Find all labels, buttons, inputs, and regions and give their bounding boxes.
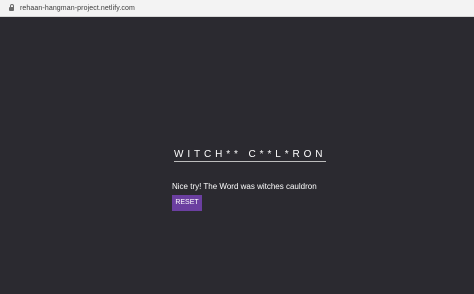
lock-icon — [9, 3, 14, 11]
address-bar[interactable]: rehaan-hangman-project.netlify.com — [0, 0, 474, 17]
result-message: Nice try! The Word was witches cauldron — [172, 182, 317, 191]
url-text[interactable]: rehaan-hangman-project.netlify.com — [20, 5, 135, 12]
hangman-word-display: WITCH** C**L*RON — [174, 149, 327, 162]
game-page: WITCH** C**L*RON Nice try! The Word was … — [0, 17, 474, 294]
reset-button[interactable]: RESET — [172, 195, 202, 211]
